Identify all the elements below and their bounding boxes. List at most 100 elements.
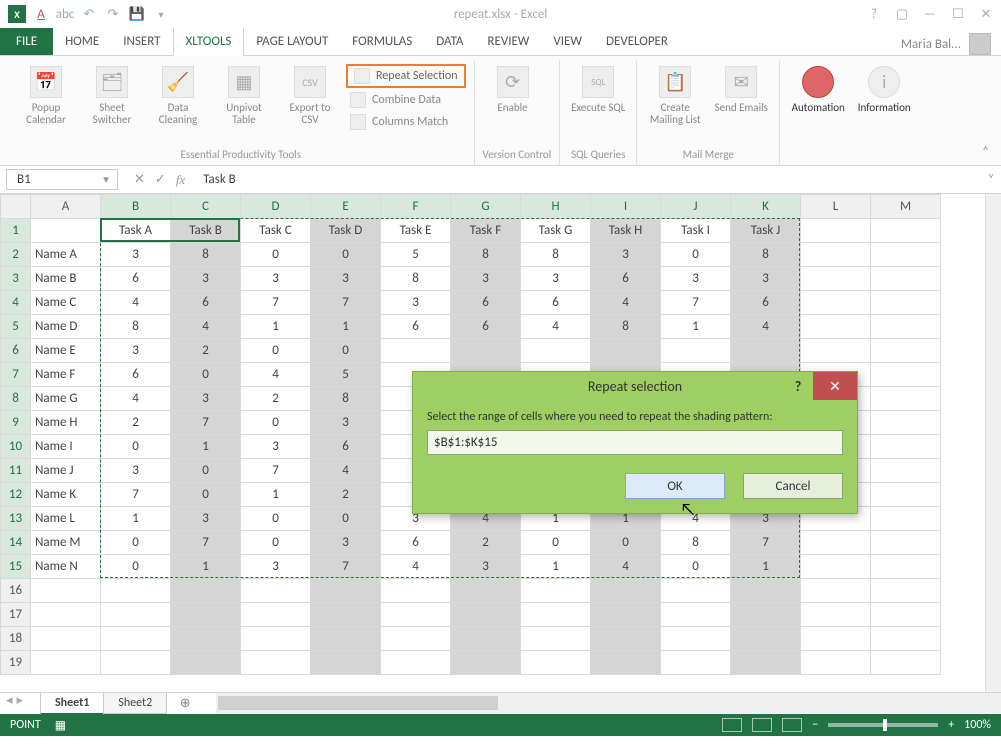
data-cleaning-button[interactable]: 🧹Data Cleaning (148, 62, 208, 132)
cell[interactable]: 1 (521, 555, 591, 579)
formula-input[interactable]: Task B (195, 170, 981, 189)
cell[interactable]: 5 (311, 363, 381, 387)
cell[interactable]: 6 (591, 267, 661, 291)
macro-record-icon[interactable]: ▦ (55, 718, 66, 733)
row-header[interactable]: 7 (1, 363, 31, 387)
cell[interactable]: 1 (661, 315, 731, 339)
column-header[interactable]: I (591, 195, 661, 219)
cell[interactable] (381, 651, 451, 675)
row-header[interactable]: 18 (1, 627, 31, 651)
cell[interactable] (871, 339, 941, 363)
row-header[interactable]: 17 (1, 603, 31, 627)
information-button[interactable]: iInformation (854, 62, 914, 114)
cell[interactable]: 8 (591, 315, 661, 339)
cell[interactable]: 8 (171, 243, 241, 267)
cell[interactable] (661, 651, 731, 675)
cell[interactable]: 0 (241, 531, 311, 555)
cell[interactable]: 1 (731, 555, 801, 579)
cell[interactable]: 3 (101, 243, 171, 267)
cell[interactable]: Task B (171, 219, 241, 243)
cell[interactable]: 0 (241, 507, 311, 531)
cell[interactable]: Task G (521, 219, 591, 243)
cell[interactable]: Name H (31, 411, 101, 435)
automation-button[interactable]: Automation (788, 62, 848, 114)
export-csv-button[interactable]: CSVExport to CSV (280, 62, 340, 132)
cell[interactable] (801, 651, 871, 675)
cell[interactable] (521, 339, 591, 363)
cell[interactable]: 6 (381, 531, 451, 555)
repeat-selection-button[interactable]: Repeat Selection (346, 64, 466, 88)
cell[interactable]: 4 (241, 363, 311, 387)
cell[interactable]: 1 (101, 507, 171, 531)
zoom-in-icon[interactable]: + (948, 718, 954, 732)
dialog-range-input[interactable] (427, 430, 843, 455)
cancel-button[interactable]: Cancel (743, 473, 843, 499)
column-header[interactable]: K (731, 195, 801, 219)
cell[interactable] (451, 339, 521, 363)
cell[interactable] (451, 627, 521, 651)
cell[interactable]: 7 (311, 291, 381, 315)
cell[interactable] (31, 579, 101, 603)
cell[interactable] (871, 291, 941, 315)
cell[interactable]: 1 (171, 555, 241, 579)
cell[interactable]: Name D (31, 315, 101, 339)
popup-calendar-button[interactable]: 📅Popup Calendar (16, 62, 76, 132)
cell[interactable] (241, 651, 311, 675)
cell[interactable] (801, 531, 871, 555)
cell[interactable] (801, 243, 871, 267)
cell[interactable] (311, 651, 381, 675)
dialog-help-icon[interactable]: ? (783, 372, 813, 400)
zoom-slider[interactable] (828, 723, 938, 727)
cell[interactable]: 3 (311, 531, 381, 555)
minimize-icon[interactable]: — (921, 7, 939, 22)
cell[interactable]: 0 (101, 435, 171, 459)
save-icon[interactable]: 💾 (128, 5, 146, 23)
column-header[interactable]: G (451, 195, 521, 219)
cell[interactable] (871, 411, 941, 435)
horizontal-scrollbar[interactable] (216, 693, 1001, 714)
cell[interactable] (521, 579, 591, 603)
cell[interactable] (871, 243, 941, 267)
cell[interactable]: 3 (661, 267, 731, 291)
cell[interactable]: 0 (591, 531, 661, 555)
sheet-nav[interactable]: ◂▸ (6, 693, 23, 708)
tab-developer[interactable]: DEVELOPER (594, 28, 680, 55)
cell[interactable]: 0 (241, 243, 311, 267)
cell[interactable] (731, 627, 801, 651)
undo-icon[interactable]: ↶ (80, 5, 98, 23)
cell[interactable]: 4 (731, 315, 801, 339)
sheet-prev-icon[interactable]: ◂ (6, 693, 13, 708)
user-name[interactable]: Maria Bal... (901, 37, 961, 52)
cell[interactable] (871, 387, 941, 411)
cell[interactable] (451, 651, 521, 675)
select-all-corner[interactable] (1, 195, 31, 219)
cell[interactable]: 3 (241, 435, 311, 459)
row-header[interactable]: 4 (1, 291, 31, 315)
cell[interactable]: 3 (311, 267, 381, 291)
cell[interactable] (381, 339, 451, 363)
sheet-tab-1[interactable]: Sheet1 (40, 693, 104, 715)
cell[interactable]: 0 (241, 339, 311, 363)
enter-formula-icon[interactable]: ✓ (155, 172, 166, 187)
cell[interactable] (381, 579, 451, 603)
cell[interactable]: 6 (451, 315, 521, 339)
cell[interactable]: 8 (101, 315, 171, 339)
cell[interactable] (871, 507, 941, 531)
qat-customize-icon[interactable]: ▾ (152, 5, 170, 23)
combine-data-button[interactable]: Combine Data (346, 90, 466, 110)
row-header[interactable]: 11 (1, 459, 31, 483)
cell[interactable]: 3 (311, 411, 381, 435)
cell[interactable] (101, 603, 171, 627)
cell[interactable]: 4 (171, 315, 241, 339)
cell[interactable] (731, 579, 801, 603)
name-box[interactable]: B1 ▼ (6, 169, 118, 190)
cell[interactable]: 6 (171, 291, 241, 315)
cell[interactable]: 3 (241, 555, 311, 579)
cell[interactable]: 3 (591, 243, 661, 267)
cell[interactable]: 2 (171, 339, 241, 363)
cell[interactable] (801, 603, 871, 627)
cell[interactable]: Name K (31, 483, 101, 507)
enable-button[interactable]: ⟳Enable (483, 62, 543, 114)
cell[interactable] (521, 627, 591, 651)
cell[interactable]: Name L (31, 507, 101, 531)
